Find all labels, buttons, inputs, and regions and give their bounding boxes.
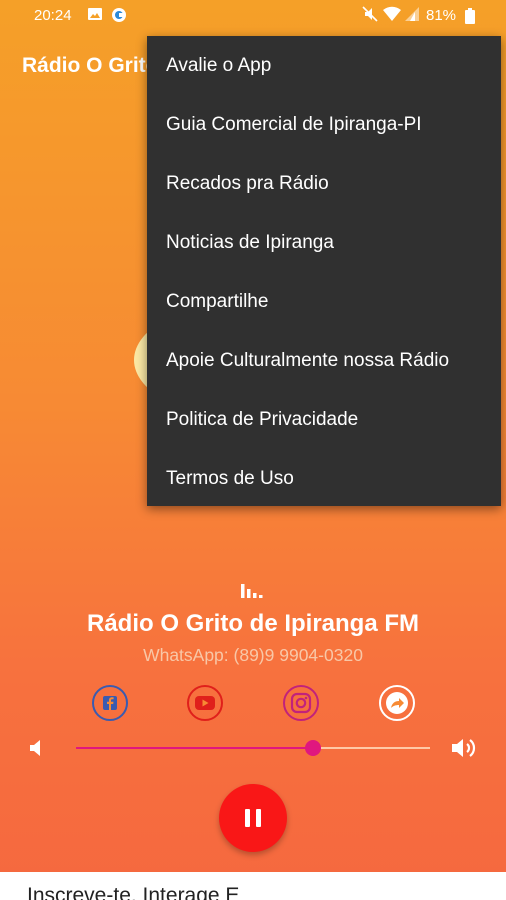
signal-icon <box>404 6 420 26</box>
facebook-button[interactable] <box>92 685 128 721</box>
menu-item-termos[interactable]: Termos de Uso <box>166 468 294 490</box>
mute-icon <box>362 6 378 26</box>
battery-percent: 81% <box>426 7 457 24</box>
whatsapp-number: WhatsApp: (89)9 9904-0320 <box>143 645 363 665</box>
menu-item-avalie-app[interactable]: Avalie o App <box>166 55 271 77</box>
volume-fill <box>76 747 314 749</box>
share-button[interactable] <box>379 685 415 721</box>
equalizer-icon <box>241 584 265 603</box>
gallery-notification-icon <box>87 6 103 26</box>
status-bar: 20:24 81% <box>0 0 506 32</box>
menu-item-privacidade[interactable]: Politica de Privacidade <box>166 409 358 431</box>
youtube-button[interactable] <box>187 685 223 721</box>
status-time: 20:24 <box>34 7 72 24</box>
pause-button[interactable] <box>219 784 287 852</box>
volume-thumb[interactable] <box>305 740 322 756</box>
menu-item-recados[interactable]: Recados pra Rádio <box>166 173 329 195</box>
facebook-icon <box>103 696 117 710</box>
battery-icon <box>465 8 475 28</box>
share-icon <box>386 692 408 714</box>
youtube-icon <box>195 696 215 710</box>
browser-notification-icon <box>110 6 128 28</box>
menu-item-guia-comercial[interactable]: Guia Comercial de Ipiranga-PI <box>166 114 422 136</box>
overflow-menu: Avalie o App Guia Comercial de Ipiranga-… <box>147 36 501 506</box>
pause-icon <box>245 809 261 827</box>
volume-slider[interactable] <box>76 740 430 756</box>
menu-item-compartilhe[interactable]: Compartilhe <box>166 291 268 313</box>
menu-item-apoie[interactable]: Apoie Culturalmente nossa Rádio <box>166 350 449 372</box>
wifi-icon <box>382 6 402 26</box>
volume-high-icon[interactable] <box>450 736 480 765</box>
menu-item-noticias[interactable]: Noticias de Ipiranga <box>166 232 334 254</box>
app-screen: 20:24 81% Rádio O Grito de Ipiranga FM <box>0 0 506 900</box>
volume-low-icon[interactable] <box>28 738 44 763</box>
bottom-banner-text: Inscreve-te, Interage E <box>27 884 240 900</box>
instagram-icon <box>290 692 312 714</box>
bottom-banner[interactable]: Inscreve-te, Interage E <box>0 872 506 900</box>
instagram-button[interactable] <box>283 685 319 721</box>
station-name: Rádio O Grito de Ipiranga FM <box>86 610 419 637</box>
